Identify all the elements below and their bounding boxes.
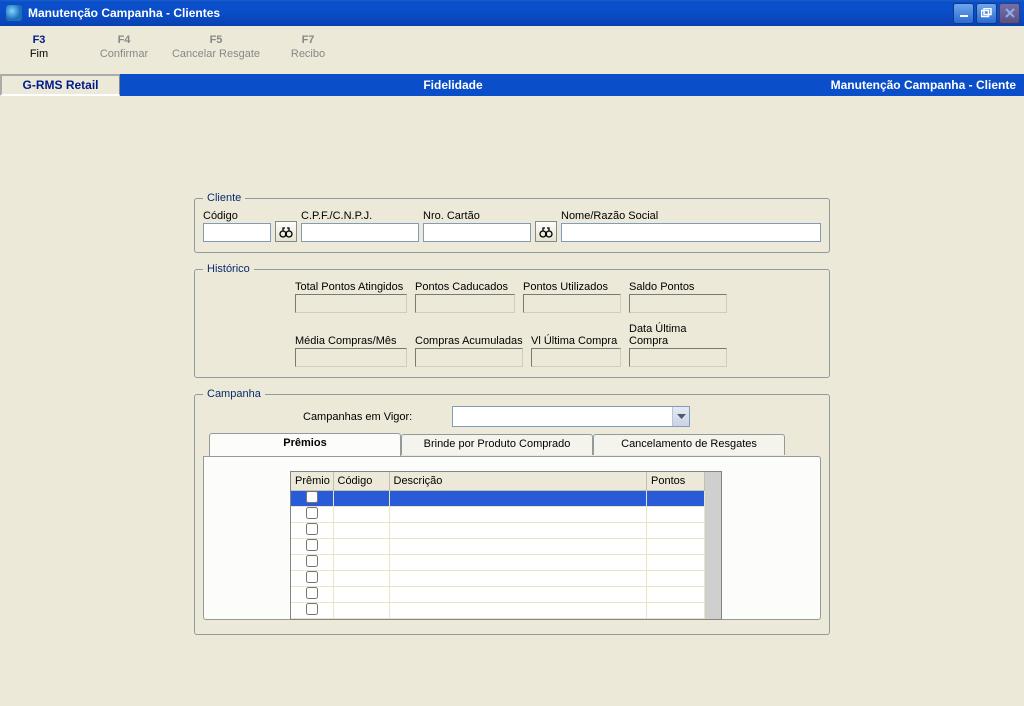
compras-acumuladas-field (415, 348, 523, 367)
nome-label: Nome/Razão Social (561, 210, 821, 222)
fn-f4-confirmar: F4 Confirmar (78, 34, 170, 74)
premio-checkbox[interactable] (306, 491, 318, 503)
premios-grid[interactable]: Prêmio Código Descrição Pontos (290, 471, 722, 620)
cpf-label: C.P.F./C.N.P.J. (301, 210, 419, 222)
binoculars-icon (279, 226, 293, 238)
premio-checkbox[interactable] (306, 523, 318, 535)
window-title: Manutenção Campanha - Clientes (28, 6, 953, 20)
codigo-input[interactable] (203, 223, 271, 242)
codigo-label: Código (203, 210, 271, 222)
minimize-button[interactable] (953, 3, 974, 24)
vl-ultima-field (531, 348, 621, 367)
app-icon (6, 5, 22, 21)
total-pontos-field (295, 294, 407, 313)
data-ultima-field (629, 348, 727, 367)
compras-acumuladas-label: Compras Acumuladas (415, 335, 523, 347)
header-band: G-RMS Retail Fidelidade Manutenção Campa… (0, 74, 1024, 96)
grid-header-pontos[interactable]: Pontos (647, 472, 705, 490)
historico-group: Histórico Total Pontos Atingidos Pontos … (194, 263, 830, 378)
media-compras-field (295, 348, 407, 367)
table-row[interactable] (291, 490, 705, 506)
nome-input[interactable] (561, 223, 821, 242)
table-row[interactable] (291, 538, 705, 554)
function-key-toolbar: F3 Fim F4 Confirmar F5 Cancelar Resgate … (0, 26, 1024, 74)
chevron-down-icon (672, 407, 689, 426)
data-ultima-label: Data Última Compra (629, 323, 727, 347)
table-row[interactable] (291, 522, 705, 538)
close-button (999, 3, 1020, 24)
campanhas-em-vigor-label: Campanhas em Vigor: (303, 411, 412, 423)
premio-checkbox[interactable] (306, 539, 318, 551)
maximize-button[interactable] (976, 3, 997, 24)
grid-scrollbar[interactable] (705, 472, 721, 619)
campanha-legend: Campanha (203, 388, 265, 400)
premio-checkbox[interactable] (306, 555, 318, 567)
nro-cartao-label: Nro. Cartão (423, 210, 531, 222)
cliente-group: Cliente Código C.P.F./C.N.P.J. Nro. Cart… (194, 192, 830, 253)
grid-header-codigo[interactable]: Código (333, 472, 389, 490)
codigo-lookup-button[interactable] (275, 221, 297, 242)
pontos-caducados-label: Pontos Caducados (415, 281, 515, 293)
pontos-caducados-field (415, 294, 515, 313)
campanha-group: Campanha Campanhas em Vigor: Prêmios Bri… (194, 388, 830, 635)
cliente-legend: Cliente (203, 192, 245, 204)
table-row[interactable] (291, 554, 705, 570)
band-screen-name: Manutenção Campanha - Cliente (786, 74, 1024, 96)
grid-header-premio[interactable]: Prêmio (291, 472, 333, 490)
media-compras-label: Média Compras/Mês (295, 335, 407, 347)
table-row[interactable] (291, 506, 705, 522)
combo-selected (453, 407, 672, 426)
nro-cartao-input[interactable] (423, 223, 531, 242)
tab-brinde[interactable]: Brinde por Produto Comprado (401, 434, 593, 455)
tab-premios[interactable]: Prêmios (209, 433, 401, 456)
premio-checkbox[interactable] (306, 507, 318, 519)
total-pontos-label: Total Pontos Atingidos (295, 281, 407, 293)
fn-f5-cancelar-resgate: F5 Cancelar Resgate (170, 34, 262, 74)
campanhas-em-vigor-combo[interactable] (452, 406, 690, 427)
table-row[interactable] (291, 570, 705, 586)
tab-cancelamento[interactable]: Cancelamento de Resgates (593, 434, 785, 455)
vl-ultima-label: Vl Última Compra (531, 335, 621, 347)
saldo-pontos-field (629, 294, 727, 313)
table-row[interactable] (291, 602, 705, 618)
historico-legend: Histórico (203, 263, 254, 275)
fn-f7-recibo: F7 Recibo (262, 34, 354, 74)
premio-checkbox[interactable] (306, 571, 318, 583)
premio-checkbox[interactable] (306, 587, 318, 599)
table-row[interactable] (291, 586, 705, 602)
pontos-utilizados-label: Pontos Utilizados (523, 281, 621, 293)
premio-checkbox[interactable] (306, 603, 318, 615)
band-app-name: G-RMS Retail (0, 74, 120, 96)
cartao-lookup-button[interactable] (535, 221, 557, 242)
fn-f3-fim[interactable]: F3 Fim (0, 34, 78, 74)
window-titlebar: Manutenção Campanha - Clientes (0, 0, 1024, 26)
band-module: Fidelidade (120, 74, 786, 96)
tab-body-premios: Prêmio Código Descrição Pontos (203, 456, 821, 620)
binoculars-icon (539, 226, 553, 238)
pontos-utilizados-field (523, 294, 621, 313)
grid-header-descricao[interactable]: Descrição (389, 472, 647, 490)
saldo-pontos-label: Saldo Pontos (629, 281, 727, 293)
window-controls (953, 3, 1022, 24)
cpf-input[interactable] (301, 223, 419, 242)
